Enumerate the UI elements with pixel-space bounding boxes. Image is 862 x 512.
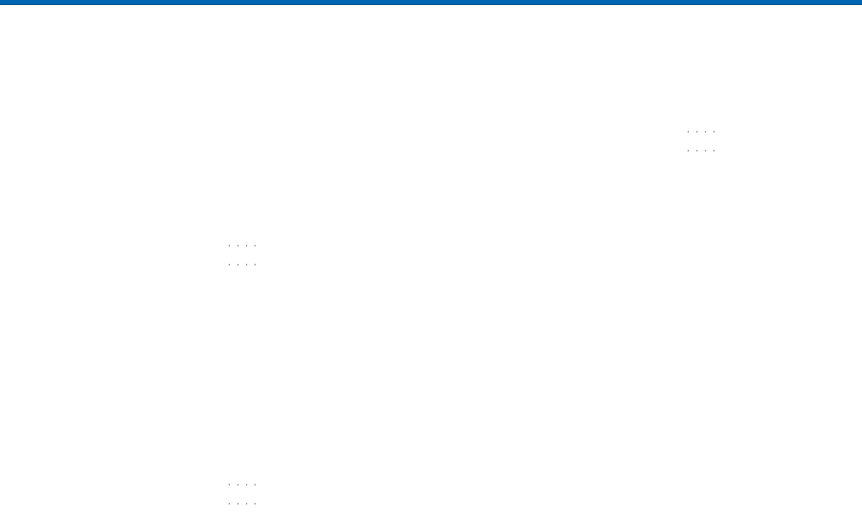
- dots-decoration: ····: [226, 261, 260, 272]
- dots-decoration: ····: [685, 147, 719, 158]
- dots-decoration: ····: [226, 500, 260, 511]
- dots-decoration: ····: [685, 128, 719, 139]
- top-accent-bar: [0, 0, 862, 5]
- dots-decoration: ····: [226, 242, 260, 253]
- dots-decoration: ····: [226, 481, 260, 492]
